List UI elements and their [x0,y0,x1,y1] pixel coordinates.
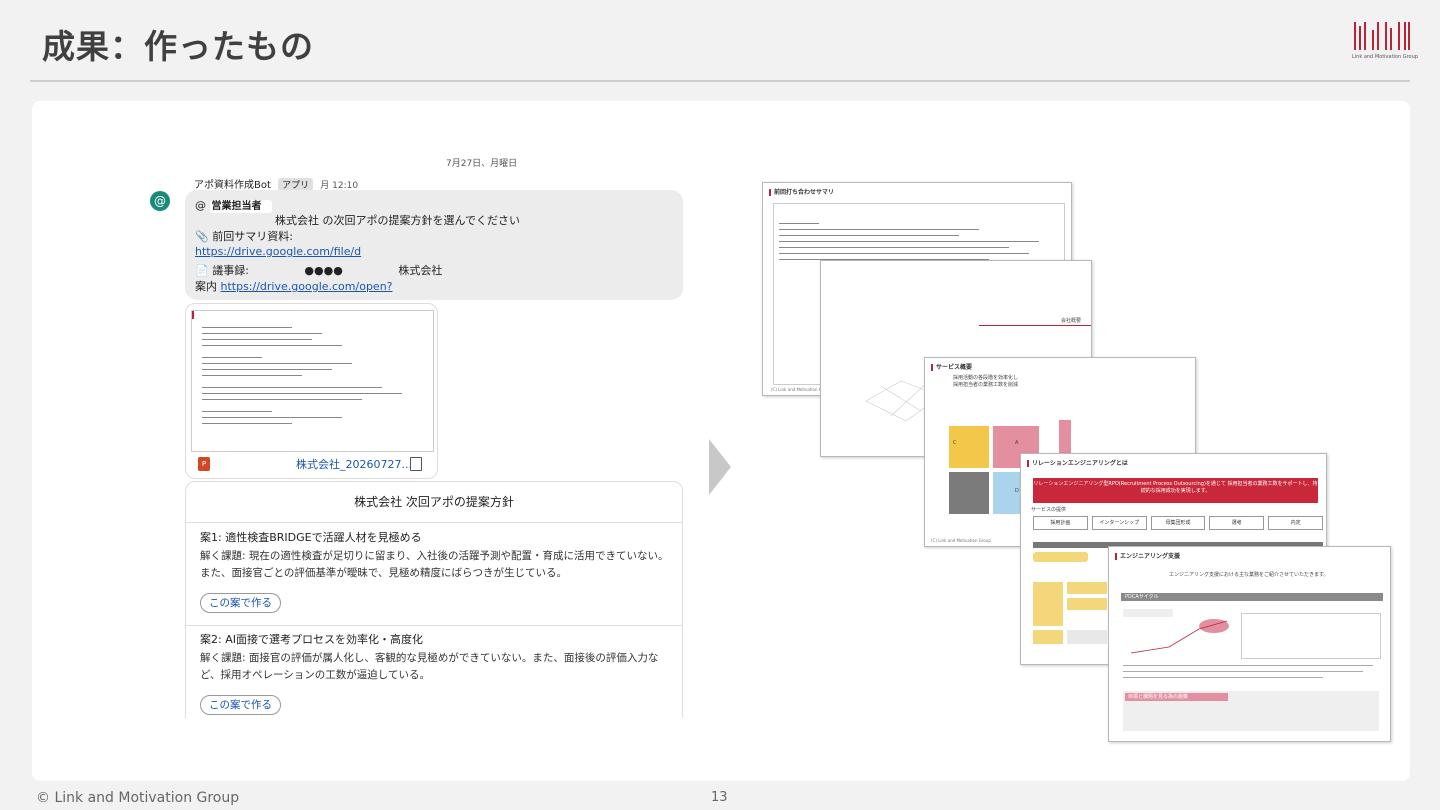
attachment-thumbnail[interactable] [191,310,434,452]
attachment-name[interactable]: 株式会社_20260727... [296,456,412,472]
plan-heading: 案2: AI面接で選考プロセスを効率化・高度化 [200,633,423,646]
process-step: 採用計画 [1033,516,1088,530]
slide-subtitle: 採用活動の各段階を効率化し [953,375,1019,381]
mention-chip[interactable]: 営業担当者 [209,200,272,213]
quadrant-c: C [953,440,957,446]
document-icon: 📄 [195,264,209,277]
plan-body: 解く課題: 面接官の評価が属人化し、客観的な見極めができていない。また、面接後の… [200,652,659,681]
guide-link[interactable]: https://drive.google.com/open? [221,280,393,293]
card-divider [186,625,682,626]
slide-bar: 目標と課題を見る為の施策 [1125,693,1228,701]
slide-title: サービス概要 [931,362,972,371]
slide-label: 会社概要 [1061,318,1082,324]
choose-plan-1-button[interactable]: この案で作る [200,593,281,613]
right-arrow-icon [709,439,731,495]
plan-heading: 案1: 適性検査BRIDGEで活躍人材を見極める [200,531,422,544]
copyright-footer: © Link and Motivation Group [36,790,240,806]
minutes-company: 株式会社 [398,264,443,277]
page-number: 13 [711,790,728,805]
trend-line [1130,620,1228,654]
slide-footer: (C) Link and Motivation Group [931,538,991,543]
title-divider [30,80,1410,82]
quadrant-a: A [1015,440,1019,446]
guide-label: 案内 [195,280,217,293]
powerpoint-icon: P [198,457,210,471]
copy-icon[interactable] [410,457,422,471]
chat-screenshot: 7月27日、月曜日 @ アポ資料作成Bot アプリ 月 12:10 @ 営業担当… [150,150,695,718]
minutes-masked: ●●●● [304,264,343,277]
choose-plan-2-button[interactable]: この案で作る [200,695,281,715]
paperclip-icon: 📎 [195,230,209,243]
proposal-title: 株式会社 次回アポの提案方針 [354,495,514,509]
logo-mark [1352,20,1412,54]
plan-body: 解く課題: 現在の適性検査が足切りに留まり、入社後の活躍予測や配置・育成に活用で… [200,550,669,579]
process-steps: 採用計画 インターンシップ 母集団形成 選考 内定 [1033,516,1323,530]
slide-subtitle: 採用担当者の業務工数を削減 [953,382,1019,388]
attachment-card[interactable]: P 株式会社_20260727... [185,303,438,479]
slide-title: リレーションエンジニアリングとは [1027,458,1128,467]
slide-title: 前回打ち合わせサマリ [769,187,834,196]
slide-subtitle: エンジニアリング支援における主な業務をご紹介させていただきます。 [1169,572,1329,578]
company-logo: Link and Motivation Group [1352,20,1418,66]
logo-caption: Link and Motivation Group [1352,54,1418,60]
minutes-label: 議事録: [212,264,249,277]
process-step: 母集団形成 [1150,516,1206,530]
chat-date: 7月27日、月曜日 [446,159,518,169]
bot-avatar: @ [150,191,170,211]
summary-link[interactable]: https://drive.google.com/file/d [195,245,361,258]
slide-title: エンジニアリング支援 [1115,551,1180,560]
output-slide-engineering: エンジニアリング支援 エンジニアリング支援における主な業務をご紹介させていただき… [1108,546,1391,742]
attachment-footer: P 株式会社_20260727... [194,455,429,473]
message-sender: アポ資料作成Bot アプリ 月 12:10 [194,176,358,191]
proposal-card: 株式会社 次回アポの提案方針 案1: 適性検査BRIDGEで活躍人材を見極める … [185,481,683,718]
process-step: インターンシップ [1091,516,1147,530]
at-icon: @ [195,199,206,212]
process-step: 選考 [1209,516,1265,530]
request-text: 株式会社 の次回アポの提案方針を選んでください [275,214,520,227]
slide-section: サービスの提供 [1031,507,1067,513]
process-step: 内定 [1268,516,1323,530]
slide-bar: PDCAサイクル [1121,593,1383,601]
slide-banner: リレーションエンジニアリング型RPO(Recruitment Process O… [1033,478,1318,503]
page-title: 成果：作ったもの [42,27,314,66]
quadrant-d: D [1015,488,1019,494]
summary-label: 前回サマリ資料: [212,230,293,243]
card-divider [186,522,682,523]
message-bubble: @ 営業担当者 株式会社 の次回アポの提案方針を選んでください 📎 前回サマリ資… [185,190,683,300]
